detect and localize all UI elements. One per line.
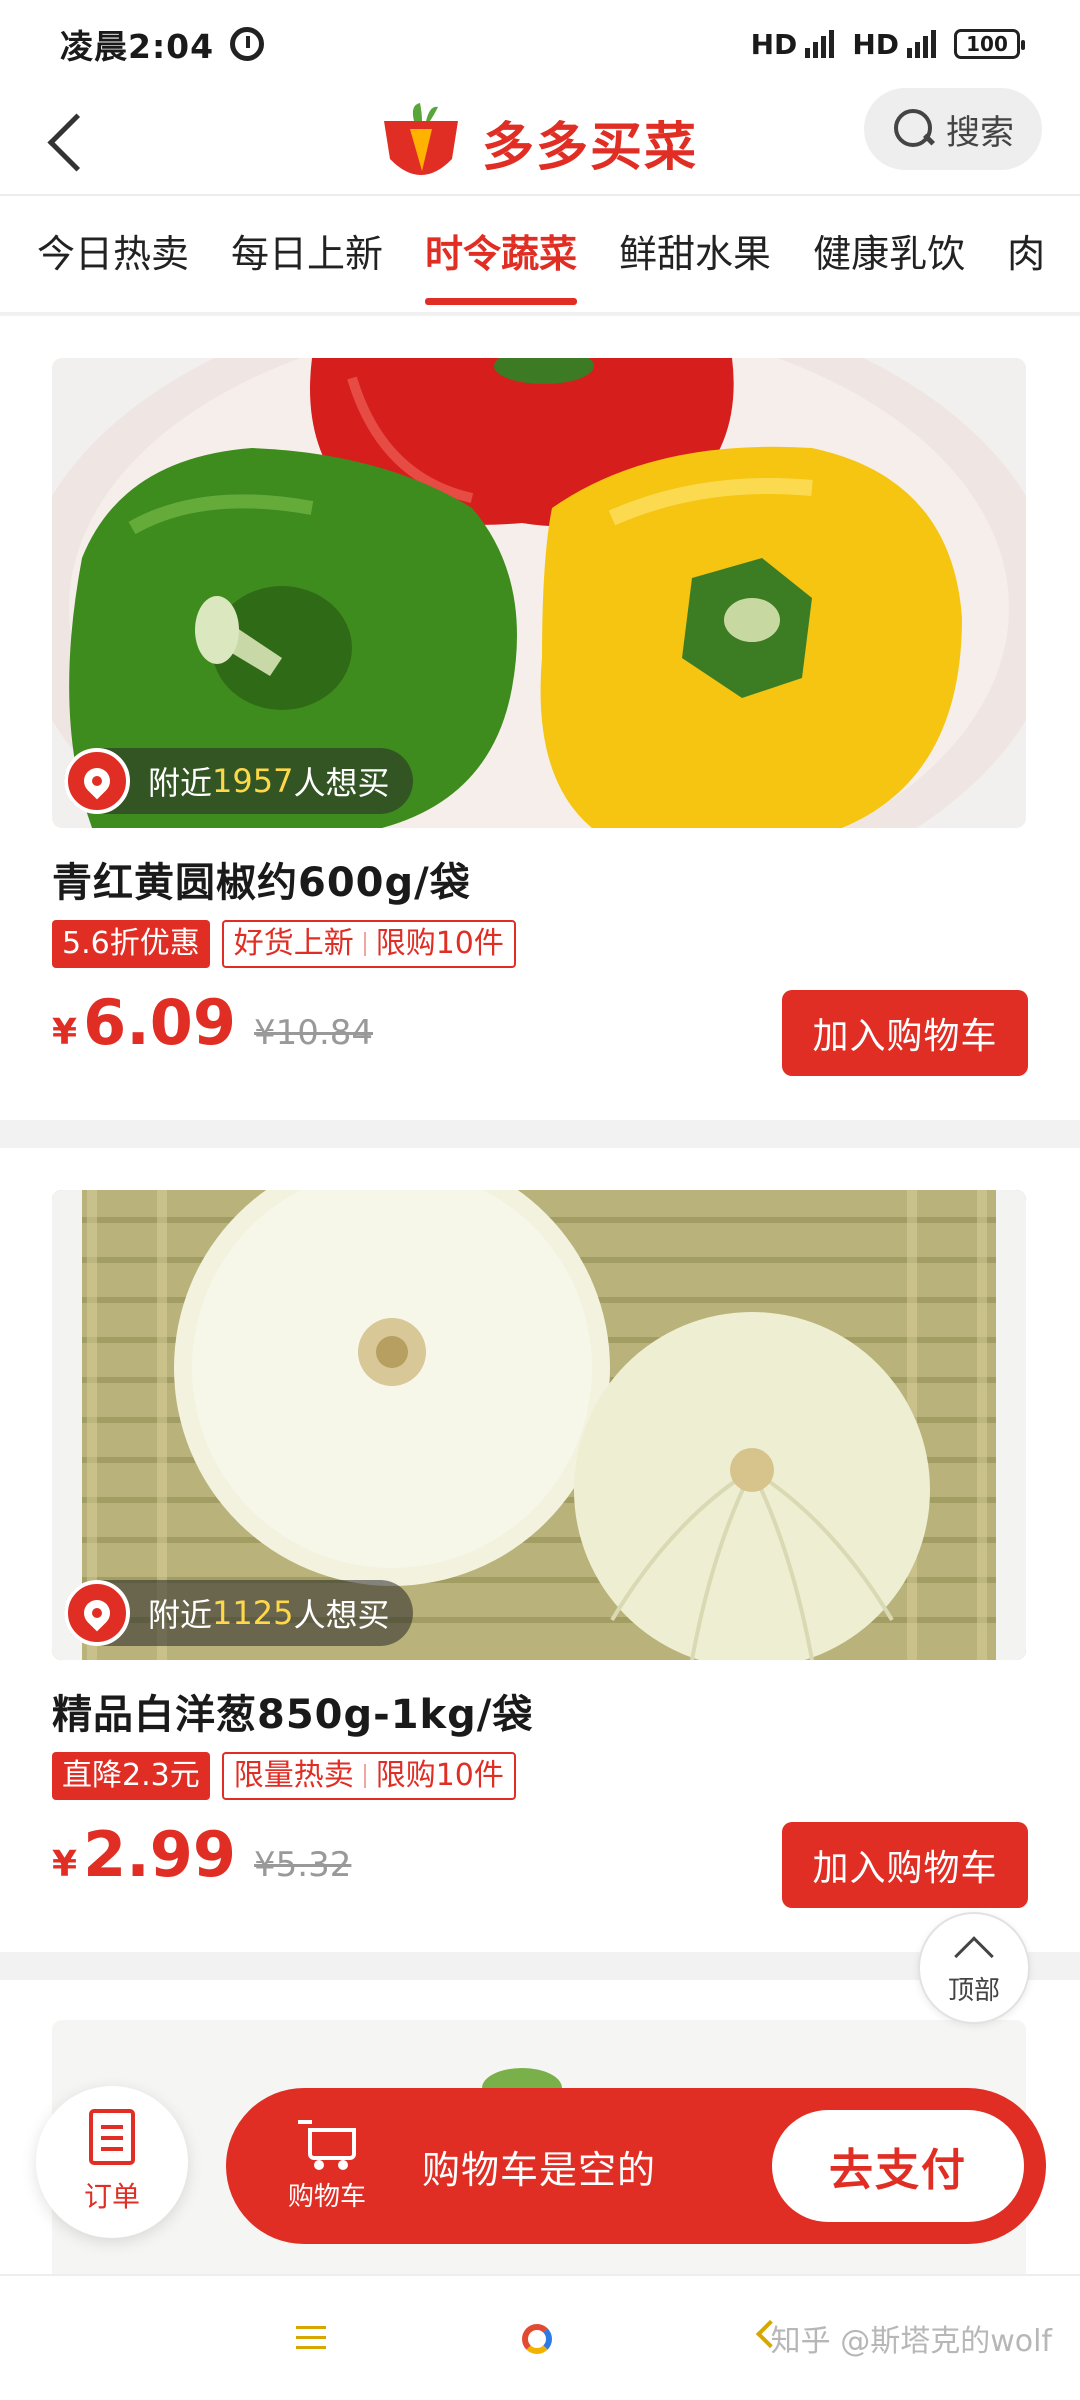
product-card[interactable]: 附近 1125 人想买 精品白洋葱850g-1kg/袋 直降2.3元 限量热卖 … bbox=[0, 1148, 1080, 1952]
discount-tag: 直降2.3元 bbox=[52, 1752, 210, 1800]
tab-seasonal-vegetables[interactable]: 时令蔬菜 bbox=[425, 196, 578, 312]
back-arrow-icon[interactable] bbox=[34, 106, 104, 176]
search-button[interactable]: 搜索 bbox=[864, 88, 1042, 170]
promo-tag-group: 好货上新 限购10件 bbox=[221, 920, 516, 968]
product-card[interactable]: 附近 1957 人想买 青红黄圆椒约600g/袋 5.6折优惠 好货上新 限购1… bbox=[0, 316, 1080, 1120]
add-to-cart-button[interactable]: 加入购物车 bbox=[782, 990, 1028, 1076]
app-header: 多多买菜 搜索 bbox=[0, 88, 1080, 196]
network-type-label: HD bbox=[750, 27, 798, 61]
promo-tag-limited: 限量热卖 bbox=[233, 1758, 354, 1793]
checkout-button[interactable]: 去支付 bbox=[772, 2110, 1024, 2222]
product-image[interactable]: 附近 1125 人想买 bbox=[52, 1190, 1026, 1660]
cart-button[interactable]: 购物车 bbox=[262, 2119, 392, 2213]
tab-daily-new[interactable]: 每日上新 bbox=[231, 196, 383, 312]
original-price: ¥10.84 bbox=[254, 1013, 374, 1053]
purchase-limit-tag: 限购10件 bbox=[375, 926, 504, 961]
network-type-label-2: HD bbox=[852, 27, 899, 61]
battery-icon: 100 bbox=[954, 29, 1025, 59]
status-bar: 凌晨2:04 HD HD 100 bbox=[0, 0, 1080, 88]
promo-tag-group: 限量热卖 限购10件 bbox=[221, 1752, 516, 1800]
promo-tags: 直降2.3元 限量热卖 限购10件 bbox=[52, 1752, 516, 1800]
cart-status-text: 购物车是空的 bbox=[422, 2147, 657, 2192]
location-pin-icon bbox=[64, 748, 130, 814]
original-price: ¥5.32 bbox=[254, 1845, 352, 1885]
signal-strength-icon bbox=[805, 30, 835, 58]
cart-label: 购物车 bbox=[287, 2181, 366, 2212]
tag-divider bbox=[363, 1764, 366, 1788]
sale-price: 6.09 bbox=[83, 986, 237, 1059]
shopping-cart-icon bbox=[298, 2119, 356, 2170]
orders-button[interactable]: 订单 bbox=[36, 2086, 188, 2238]
nearby-suffix: 人想买 bbox=[293, 764, 390, 802]
purchase-limit-tag: 限购10件 bbox=[375, 1758, 504, 1793]
cart-bar[interactable]: 购物车 购物车是空的 去支付 bbox=[226, 2088, 1046, 2244]
nearby-buyers-badge: 附近 1125 人想买 bbox=[64, 1580, 414, 1646]
watermark: 知乎 @斯塔克的wolf bbox=[770, 2324, 1052, 2359]
app-title: 多多买菜 bbox=[482, 117, 699, 178]
back-to-top-button[interactable]: 顶部 bbox=[918, 1912, 1030, 2024]
tab-fresh-fruit[interactable]: 鲜甜水果 bbox=[619, 196, 771, 312]
price-row: ¥ 2.99 ¥5.32 bbox=[52, 1818, 351, 1908]
orders-label: 订单 bbox=[83, 2180, 140, 2213]
battery-level: 100 bbox=[966, 32, 1008, 56]
menu-icon[interactable] bbox=[296, 2326, 326, 2350]
discount-tag: 5.6折优惠 bbox=[52, 920, 210, 968]
app-logo: 多多买菜 bbox=[376, 88, 698, 196]
carrot-logo-icon bbox=[384, 103, 458, 175]
category-tabs: 今日热卖 每日上新 时令蔬菜 鲜甜水果 健康乳饮 肉 bbox=[0, 196, 1080, 314]
sale-price: 2.99 bbox=[83, 1818, 237, 1891]
system-navigation-bar: 知乎 @斯塔克的wolf bbox=[0, 2274, 1080, 2400]
promo-tags: 5.6折优惠 好货上新 限购10件 bbox=[52, 920, 516, 968]
promo-tag-new: 好货上新 bbox=[233, 926, 354, 961]
add-to-cart-button[interactable]: 加入购物车 bbox=[782, 1822, 1028, 1908]
signal-strength-icon-2 bbox=[907, 30, 936, 58]
product-title[interactable]: 青红黄圆椒约600g/袋 bbox=[52, 850, 471, 908]
search-label: 搜索 bbox=[946, 112, 1014, 153]
status-indicators: HD HD 100 bbox=[750, 27, 1025, 61]
product-image[interactable]: 附近 1957 人想买 bbox=[52, 358, 1026, 828]
nearby-prefix: 附近 bbox=[148, 1596, 213, 1634]
nearby-prefix: 附近 bbox=[148, 764, 213, 802]
currency-symbol: ¥ bbox=[52, 1844, 78, 1885]
nearby-buyers-badge: 附近 1957 人想买 bbox=[64, 748, 414, 814]
tab-meat[interactable]: 肉 bbox=[1007, 196, 1045, 312]
price-row: ¥ 6.09 ¥10.84 bbox=[52, 986, 373, 1076]
search-icon bbox=[892, 107, 936, 151]
order-document-icon bbox=[89, 2109, 135, 2165]
tab-today-hot[interactable]: 今日热卖 bbox=[37, 196, 189, 312]
product-title[interactable]: 精品白洋葱850g-1kg/袋 bbox=[52, 1682, 533, 1740]
status-time: 凌晨2:04 bbox=[60, 27, 215, 66]
currency-symbol: ¥ bbox=[52, 1012, 78, 1053]
tag-divider bbox=[363, 932, 366, 956]
app-screen: 凌晨2:04 HD HD 100 多多买菜 搜索 今日热卖 每日上新 时令蔬菜 … bbox=[0, 0, 1080, 2400]
alarm-clock-icon bbox=[230, 27, 265, 61]
location-pin-icon bbox=[64, 1580, 130, 1646]
tab-healthy-dairy[interactable]: 健康乳饮 bbox=[813, 196, 965, 312]
nearby-suffix: 人想买 bbox=[293, 1596, 390, 1634]
nearby-count: 1957 bbox=[212, 762, 294, 800]
home-icon[interactable] bbox=[522, 2324, 552, 2354]
nearby-count: 1125 bbox=[212, 1594, 294, 1632]
